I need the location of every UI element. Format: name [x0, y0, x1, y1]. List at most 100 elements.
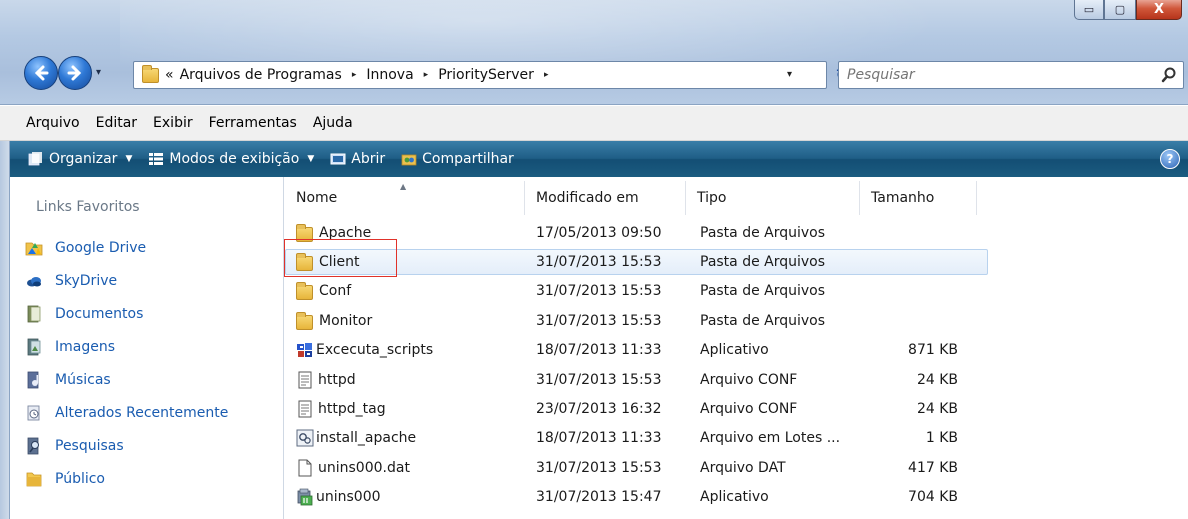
navigation-pane: Links Favoritos Google Drive SkyDrive Do…: [11, 177, 284, 519]
file-name: Apache: [319, 224, 372, 241]
minimize-button[interactable]: ▭: [1074, 0, 1104, 20]
share-label: Compartilhar: [422, 151, 514, 167]
organize-button[interactable]: Organizar ▼: [20, 141, 140, 177]
menu-arquivo[interactable]: Arquivo: [18, 111, 88, 135]
nav-item-public[interactable]: Público: [25, 462, 228, 495]
file-name-cell: Monitor: [285, 311, 525, 330]
file-name-cell: install_apache: [285, 429, 525, 447]
column-header-modified[interactable]: Modificado em: [525, 181, 686, 215]
breadcrumb-item[interactable]: PriorityServer: [438, 67, 534, 83]
file-size: 417 KB: [908, 459, 958, 476]
breadcrumb-separator-icon[interactable]: ▸: [424, 70, 429, 80]
address-history-dropdown[interactable]: ▾: [787, 69, 792, 80]
nav-item-label: Imagens: [55, 338, 116, 355]
breadcrumb-separator-icon[interactable]: ▸: [352, 70, 357, 80]
maximize-icon: ▢: [1114, 3, 1126, 16]
column-header-label: Tipo: [697, 190, 727, 206]
breadcrumb-separator-icon[interactable]: ▸: [544, 70, 549, 80]
file-name: Monitor: [319, 312, 373, 329]
recent-icon: [27, 405, 40, 420]
breadcrumb-item[interactable]: Arquivos de Programas: [180, 67, 342, 83]
nav-item-google-drive[interactable]: Google Drive: [25, 231, 228, 264]
folder-icon: [296, 223, 313, 242]
skydrive-icon: [27, 276, 41, 286]
window-controls: ▭ ▢ X: [1074, 0, 1182, 20]
address-bar[interactable]: « Arquivos de Programas ▸ Innova ▸ Prior…: [133, 61, 827, 89]
folder-icon: [296, 253, 313, 272]
file-row[interactable]: Monitor 31/07/2013 15:53 Pasta de Arquiv…: [285, 306, 976, 335]
file-name: Client: [319, 254, 360, 271]
file-row[interactable]: unins000.dat 31/07/2013 15:53 Arquivo DA…: [285, 453, 976, 482]
file-modified: 17/05/2013 09:50: [536, 224, 662, 241]
menu-ajuda[interactable]: Ajuda: [305, 111, 361, 135]
help-icon: ?: [1166, 152, 1174, 166]
help-button[interactable]: ?: [1160, 149, 1180, 169]
file-row[interactable]: unins000 31/07/2013 15:47 Aplicativo 704…: [285, 483, 976, 512]
uninstaller-icon: [297, 488, 313, 506]
file-list: ▲ Nome Modificado em Tipo Tamanho Apache…: [285, 177, 1188, 519]
file-name-cell: unins000.dat: [285, 459, 525, 477]
file-name: unins000: [316, 489, 381, 506]
nav-item-documents[interactable]: Documentos: [25, 297, 228, 330]
text-file-icon: [298, 400, 312, 418]
menu-editar[interactable]: Editar: [88, 111, 145, 135]
views-label: Modos de exibição: [169, 151, 300, 167]
close-button[interactable]: X: [1136, 0, 1182, 20]
file-size: 24 KB: [916, 371, 958, 388]
file-row-selected[interactable]: Client 31/07/2013 15:53 Pasta de Arquivo…: [285, 247, 988, 276]
open-button[interactable]: Abrir: [322, 141, 393, 177]
breadcrumb-item[interactable]: Innova: [366, 67, 413, 83]
address-overflow[interactable]: «: [165, 67, 174, 83]
documents-icon: [27, 305, 41, 322]
nav-item-pictures[interactable]: Imagens: [25, 330, 228, 363]
share-button[interactable]: Compartilhar: [393, 141, 522, 177]
folder-icon: [296, 311, 313, 330]
nav-item-searches[interactable]: Pesquisas: [25, 429, 228, 462]
public-folder-icon: [26, 472, 42, 486]
file-row[interactable]: Excecuta_scripts 18/07/2013 11:33 Aplica…: [285, 336, 976, 365]
column-header-name[interactable]: ▲ Nome: [285, 181, 525, 215]
file-type: Arquivo CONF: [700, 401, 798, 418]
sort-ascending-icon: ▲: [400, 182, 407, 191]
back-button[interactable]: [24, 56, 58, 90]
file-row[interactable]: install_apache 18/07/2013 11:33 Arquivo …: [285, 424, 976, 453]
file-modified: 31/07/2013 15:53: [536, 459, 662, 476]
command-bar: Organizar ▼ Modos de exibição ▼ Abrir Co…: [10, 141, 1188, 177]
menu-exibir[interactable]: Exibir: [145, 111, 201, 135]
favorite-links-heading: Links Favoritos: [36, 199, 140, 215]
file-row[interactable]: Conf 31/07/2013 15:53 Pasta de Arquivos: [285, 277, 976, 306]
views-button[interactable]: Modos de exibição ▼: [140, 141, 322, 177]
recent-pages-dropdown[interactable]: ▾: [96, 67, 101, 78]
file-rows: Apache 17/05/2013 09:50 Pasta de Arquivo…: [285, 218, 988, 512]
file-row[interactable]: Apache 17/05/2013 09:50 Pasta de Arquivo…: [285, 218, 976, 247]
nav-item-label: SkyDrive: [55, 272, 118, 289]
column-header-type[interactable]: Tipo: [686, 181, 860, 215]
file-size: 1 KB: [925, 430, 958, 447]
menu-bar: Arquivo Editar Exibir Ferramentas Ajuda: [0, 106, 1188, 141]
file-type: Aplicativo: [700, 489, 769, 506]
search-box[interactable]: [838, 61, 1184, 89]
file-row[interactable]: httpd_tag 23/07/2013 16:32 Arquivo CONF …: [285, 394, 976, 423]
nav-item-music[interactable]: Músicas: [25, 363, 228, 396]
file-type: Arquivo DAT: [700, 459, 786, 476]
file-name-cell: httpd_tag: [285, 400, 525, 418]
file-name: unins000.dat: [318, 459, 410, 476]
file-row[interactable]: httpd 31/07/2013 15:53 Arquivo CONF 24 K…: [285, 365, 976, 394]
navigation-buttons: ▾: [20, 56, 130, 90]
search-input[interactable]: [847, 67, 1147, 83]
column-header-label: Modificado em: [536, 190, 639, 206]
menu-ferramentas[interactable]: Ferramentas: [201, 111, 305, 135]
maximize-button[interactable]: ▢: [1104, 0, 1136, 20]
column-header-size[interactable]: Tamanho: [860, 181, 977, 215]
file-name-cell: Excecuta_scripts: [285, 341, 525, 359]
file-modified: 18/07/2013 11:33: [536, 430, 662, 447]
open-label: Abrir: [351, 151, 386, 167]
nav-item-recent[interactable]: Alterados Recentemente: [25, 396, 228, 429]
forward-button[interactable]: [58, 56, 92, 90]
magnifier-icon[interactable]: [1161, 66, 1177, 84]
file-type: Pasta de Arquivos: [700, 254, 826, 271]
nav-item-skydrive[interactable]: SkyDrive: [25, 264, 228, 297]
file-type: Arquivo CONF: [700, 371, 798, 388]
file-name-cell: Apache: [285, 223, 525, 242]
nav-item-label: Alterados Recentemente: [55, 404, 229, 421]
